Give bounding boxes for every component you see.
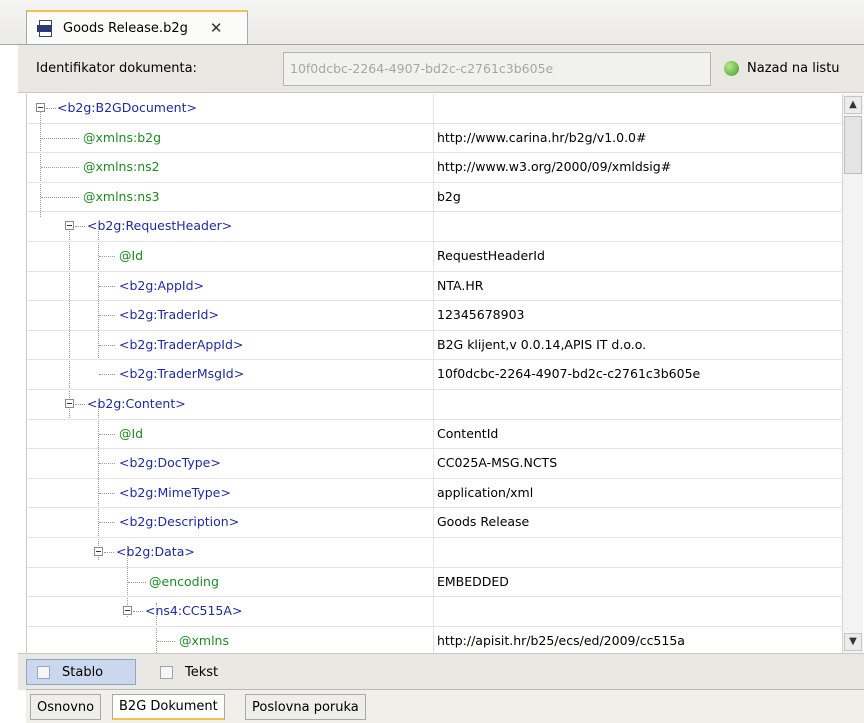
tree-row[interactable]: <b2g:TraderMsgId> 10f0dcbc-2264-4907-bd2… bbox=[27, 360, 843, 390]
back-arrow-icon bbox=[724, 61, 739, 76]
tab-osnovno[interactable]: Osnovno bbox=[30, 694, 102, 720]
document-id-field[interactable]: 10f0dcbc-2264-4907-bd2c-c2761c3b605e bbox=[283, 52, 711, 86]
tree-row[interactable]: <b2g:DocType> CC025A-MSG.NCTS bbox=[27, 449, 843, 479]
tree-node-name: @Id bbox=[119, 425, 144, 441]
tab-text-view[interactable]: Tekst bbox=[150, 659, 250, 685]
tab-b2g-dokument[interactable]: B2G Dokument bbox=[112, 694, 225, 720]
collapse-toggle-icon[interactable] bbox=[94, 546, 103, 556]
collapse-toggle-icon[interactable] bbox=[65, 398, 74, 408]
tree-row[interactable]: <b2g:TraderAppId> B2G klijent,v 0.0.14,A… bbox=[27, 330, 843, 361]
tree-node-value: B2G klijent,v 0.0.14,APIS IT d.o.o. bbox=[437, 336, 647, 352]
back-to-list-button[interactable]: Nazad na listu bbox=[724, 61, 840, 76]
tree-node-name: <b2g:Description> bbox=[119, 514, 240, 530]
xml-tree-table: <b2g:B2GDocument> @xmlns:b2g http://www.… bbox=[26, 94, 843, 653]
scroll-down-arrow-icon[interactable]: ▼ bbox=[844, 633, 862, 651]
close-icon[interactable]: ✕ bbox=[210, 19, 223, 37]
scroll-up-arrow-icon[interactable]: ▲ bbox=[844, 96, 862, 114]
document-id-label: Identifikator dokumenta: bbox=[36, 61, 197, 76]
text-view-icon bbox=[160, 665, 173, 679]
tree-row[interactable]: @xmlns:ns3 b2g bbox=[27, 182, 843, 213]
tree-node-name: <b2g:MimeType> bbox=[119, 484, 231, 500]
collapse-toggle-icon[interactable] bbox=[123, 606, 132, 616]
tree-node-name: @xmlns:ns2 bbox=[83, 159, 160, 175]
tree-row[interactable]: <ns4:CC515A> bbox=[27, 597, 843, 627]
collapse-toggle-icon[interactable] bbox=[65, 221, 74, 231]
tree-row[interactable]: <b2g:Data> bbox=[27, 537, 843, 568]
tree-node-value: ContentId bbox=[437, 425, 499, 441]
tree-row[interactable]: <b2g:Description> Goods Release bbox=[27, 508, 843, 538]
tree-row[interactable]: <b2g:RequestHeader> bbox=[27, 212, 843, 242]
tree-node-name: @xmlns:b2g bbox=[83, 129, 162, 145]
tree-node-name: <b2g:RequestHeader> bbox=[87, 218, 233, 234]
tree-node-name: @Id bbox=[119, 247, 144, 263]
bottom-tab-bar: Osnovno B2G Dokument Poslovna poruka bbox=[26, 689, 864, 723]
editor-tab-strip: Goods Release.b2g ✕ bbox=[0, 0, 864, 45]
tree-node-value: http://apisit.hr/b25/ecs/ed/2009/cc515a bbox=[437, 632, 685, 648]
tab-text-view-label: Tekst bbox=[185, 664, 219, 680]
tree-node-name: <b2g:B2GDocument> bbox=[57, 100, 197, 115]
tree-row[interactable]: @Id RequestHeaderId bbox=[27, 241, 843, 272]
tree-node-value: application/xml bbox=[437, 484, 534, 500]
document-tab-title: Goods Release.b2g bbox=[63, 20, 188, 36]
tree-node-value: http://www.w3.org/2000/09/xmldsig# bbox=[437, 159, 672, 175]
tab-poslovna-poruka[interactable]: Poslovna poruka bbox=[245, 694, 366, 720]
tree-node-name: <b2g:AppId> bbox=[119, 277, 205, 293]
tree-row[interactable]: @xmlns http://apisit.hr/b25/ecs/ed/2009/… bbox=[27, 626, 843, 653]
tree-node-name: <b2g:TraderId> bbox=[119, 307, 219, 323]
vertical-scrollbar[interactable]: ▲ ▼ bbox=[842, 94, 863, 653]
tab-tree-view[interactable]: Stablo bbox=[26, 659, 136, 685]
tree-row[interactable]: <b2g:TraderId> 12345678903 bbox=[27, 301, 843, 331]
tree-node-value: CC025A-MSG.NCTS bbox=[437, 455, 558, 471]
tree-row[interactable]: @xmlns:b2g http://www.carina.hr/b2g/v1.0… bbox=[27, 123, 843, 154]
tree-node-name: <b2g:Content> bbox=[87, 395, 186, 411]
document-tab[interactable]: Goods Release.b2g ✕ bbox=[26, 10, 248, 44]
tree-node-name: <b2g:TraderAppId> bbox=[119, 336, 244, 352]
tree-node-value: 12345678903 bbox=[437, 307, 525, 323]
tab-tree-view-label: Stablo bbox=[62, 664, 104, 680]
tree-node-value: b2g bbox=[437, 188, 461, 204]
back-to-list-label: Nazad na listu bbox=[747, 61, 840, 76]
tree-node-value: EMBEDDED bbox=[437, 573, 509, 589]
view-mode-tabs: Stablo Tekst bbox=[18, 653, 864, 690]
tree-node-value: NTA.HR bbox=[437, 277, 484, 293]
tree-row[interactable]: <b2g:Content> bbox=[27, 389, 843, 420]
tree-node-value: http://www.carina.hr/b2g/v1.0.0# bbox=[437, 129, 647, 145]
tree-node-name: @encoding bbox=[149, 573, 219, 589]
tree-node-value: 10f0dcbc-2264-4907-bd2c-c2761c3b605e bbox=[437, 366, 701, 382]
tree-row[interactable]: @xmlns:ns2 http://www.w3.org/2000/09/xml… bbox=[27, 153, 843, 183]
scrollbar-thumb[interactable] bbox=[844, 116, 862, 174]
tree-node-value: RequestHeaderId bbox=[437, 247, 545, 263]
tree-node-name: <b2g:TraderMsgId> bbox=[119, 366, 245, 382]
document-info-bar: Identifikator dokumenta: 10f0dcbc-2264-4… bbox=[18, 45, 864, 93]
tree-node-name: <b2g:Data> bbox=[116, 543, 195, 559]
tree-row[interactable]: <b2g:AppId> NTA.HR bbox=[27, 271, 843, 302]
collapse-toggle-icon[interactable] bbox=[36, 103, 45, 112]
tree-node-value: Goods Release bbox=[437, 514, 530, 530]
tree-node-name: @xmlns bbox=[179, 632, 229, 648]
tree-node-name: <b2g:DocType> bbox=[119, 455, 221, 471]
tree-view-icon bbox=[37, 665, 50, 679]
tree-node-name: @xmlns:ns3 bbox=[83, 188, 160, 204]
tree-row[interactable]: <b2g:B2GDocument> bbox=[27, 94, 843, 124]
tree-row[interactable]: @Id ContentId bbox=[27, 419, 843, 450]
tree-row[interactable]: @encoding EMBEDDED bbox=[27, 567, 843, 598]
b2g-file-icon bbox=[37, 20, 53, 37]
tree-row[interactable]: <b2g:MimeType> application/xml bbox=[27, 478, 843, 509]
tree-node-name: <ns4:CC515A> bbox=[145, 603, 243, 619]
